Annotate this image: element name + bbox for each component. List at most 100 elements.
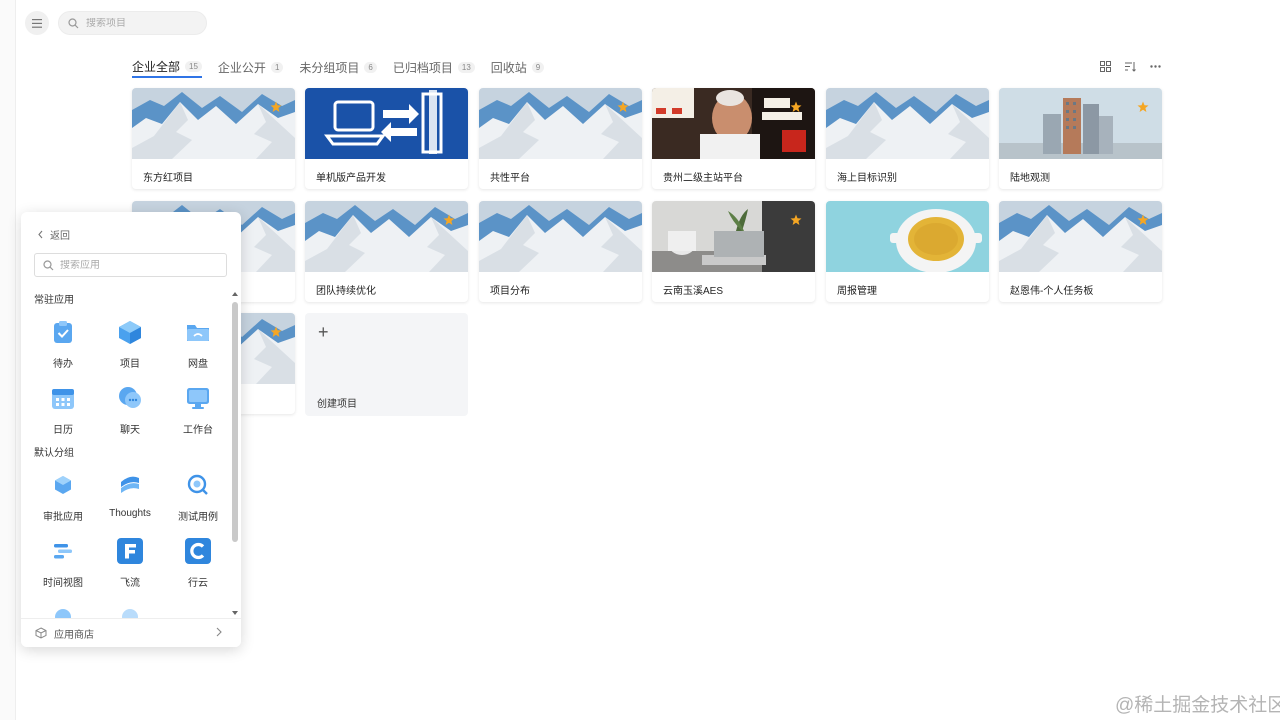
- app-label: 待办: [53, 359, 73, 370]
- app-label: 网盘: [188, 359, 208, 370]
- project-card[interactable]: 团队持续优化: [305, 201, 468, 302]
- sort-icon[interactable]: [1123, 59, 1137, 73]
- grid-view-icon[interactable]: [1098, 59, 1112, 73]
- app-thoughts[interactable]: Thoughts: [97, 472, 163, 519]
- app-chat[interactable]: 聊天: [97, 385, 163, 436]
- chevron-left-icon: [38, 230, 43, 239]
- project-card[interactable]: 项目分布: [479, 201, 642, 302]
- tab-ungrouped[interactable]: 未分组项目 6: [299, 56, 377, 78]
- panel-scrollbar[interactable]: [231, 292, 239, 615]
- star-icon[interactable]: [443, 213, 455, 225]
- tab-public[interactable]: 企业公开 1: [218, 56, 284, 78]
- star-icon[interactable]: [1137, 100, 1149, 112]
- tab-label: 回收站: [490, 60, 527, 75]
- project-cover-image: [479, 88, 642, 159]
- app-search[interactable]: [34, 253, 227, 277]
- scroll-thumb[interactable]: [232, 302, 238, 542]
- app-calendar[interactable]: 日历: [30, 385, 96, 436]
- project-card[interactable]: 赵恩伟-个人任务板: [999, 201, 1162, 302]
- app-approval[interactable]: 审批应用: [30, 472, 96, 523]
- tab-recycle-bin[interactable]: 回收站 9: [490, 56, 545, 78]
- tab-all[interactable]: 企业全部 15: [132, 56, 202, 78]
- app-switcher-panel: 返回 常驻应用 默认分组 待办 项目 网盘 日历 聊天 工作台 审批应用 Tho…: [21, 212, 241, 647]
- folder-icon: [187, 325, 209, 341]
- project-search[interactable]: [58, 11, 207, 35]
- tab-label: 未分组项目: [299, 60, 360, 75]
- app-timeline[interactable]: 时间视图: [30, 538, 96, 589]
- project-name: 贵州二级主站平台: [663, 173, 743, 184]
- app-workbench[interactable]: 工作台: [165, 385, 231, 436]
- star-icon[interactable]: [270, 100, 282, 112]
- project-cover-image: [479, 201, 642, 272]
- view-toolbar: [1098, 59, 1173, 73]
- app-label: Thoughts: [109, 508, 151, 519]
- app-xingyun[interactable]: 行云: [165, 538, 231, 589]
- app-store-link[interactable]: 应用商店: [21, 618, 241, 647]
- project-card[interactable]: 贵州二级主站平台: [652, 88, 815, 189]
- approval-icon: [55, 476, 71, 494]
- scroll-down-icon[interactable]: [232, 611, 238, 615]
- store-label: 应用商店: [54, 629, 94, 641]
- project-card[interactable]: 陆地观测: [999, 88, 1162, 189]
- app-label: 行云: [188, 578, 208, 589]
- project-cube-icon: [119, 321, 141, 344]
- project-name: 团队持续优化: [316, 286, 376, 297]
- tab-archived[interactable]: 已归档项目 13: [393, 56, 475, 78]
- plus-icon: +: [318, 322, 329, 342]
- app-project[interactable]: 项目: [97, 319, 163, 370]
- project-name: 海上目标识别: [837, 173, 897, 184]
- section-default-group: 默认分组: [34, 448, 74, 459]
- star-icon[interactable]: [790, 100, 802, 112]
- project-card[interactable]: 单机版产品开发: [305, 88, 468, 189]
- app-label: 工作台: [183, 425, 213, 436]
- search-input[interactable]: [86, 17, 196, 29]
- project-name: 周报管理: [837, 286, 877, 297]
- workbench-icon: [187, 388, 209, 409]
- calendar-icon: [52, 389, 74, 409]
- app-todo[interactable]: 待办: [30, 319, 96, 370]
- create-project-label: 创建项目: [317, 399, 357, 410]
- thoughts-icon: [121, 476, 139, 493]
- app-label: 时间视图: [43, 578, 83, 589]
- back-label: 返回: [50, 231, 70, 242]
- project-card[interactable]: 共性平台: [479, 88, 642, 189]
- project-card[interactable]: 周报管理: [826, 201, 989, 302]
- project-cover-image: [826, 201, 989, 272]
- app-label: 日历: [53, 425, 73, 436]
- star-icon[interactable]: [270, 325, 282, 337]
- scroll-up-icon[interactable]: [232, 292, 238, 296]
- menu-button[interactable]: [25, 11, 49, 35]
- more-icon[interactable]: [1148, 59, 1162, 73]
- project-name: 云南玉溪AES: [663, 286, 724, 297]
- star-icon[interactable]: [1137, 213, 1149, 225]
- project-name: 共性平台: [490, 173, 530, 184]
- search-icon: [43, 259, 54, 270]
- chat-icon: [119, 387, 141, 408]
- back-button[interactable]: 返回: [37, 227, 70, 242]
- section-pinned-apps: 常驻应用: [34, 295, 74, 306]
- project-name: 项目分布: [490, 286, 530, 297]
- project-cover-image: [305, 88, 468, 159]
- app-test-case[interactable]: 测试用例: [165, 472, 231, 523]
- watermark: @稀土掘金技术社区: [1115, 695, 1280, 716]
- app-feiliu[interactable]: 飞流: [97, 538, 163, 589]
- tab-count: 1: [270, 61, 284, 73]
- xingyun-icon: [185, 538, 211, 564]
- app-label: 测试用例: [178, 512, 218, 523]
- create-project-card[interactable]: + 创建项目: [305, 313, 468, 416]
- app-label: 审批应用: [43, 512, 83, 523]
- project-name: 单机版产品开发: [316, 173, 386, 184]
- star-icon[interactable]: [617, 100, 629, 112]
- project-card[interactable]: 东方红项目: [132, 88, 295, 189]
- project-card[interactable]: 海上目标识别: [826, 88, 989, 189]
- star-icon[interactable]: [790, 213, 802, 225]
- project-card[interactable]: 云南玉溪AES: [652, 201, 815, 302]
- app-label: 飞流: [120, 578, 140, 589]
- tab-count: 15: [185, 60, 202, 72]
- project-cover-image: [999, 88, 1162, 159]
- app-search-input[interactable]: [60, 259, 210, 271]
- app-drive[interactable]: 网盘: [165, 319, 231, 370]
- tab-count: 9: [531, 61, 545, 73]
- left-rail: [0, 0, 16, 720]
- project-name: 赵恩伟-个人任务板: [1010, 286, 1094, 297]
